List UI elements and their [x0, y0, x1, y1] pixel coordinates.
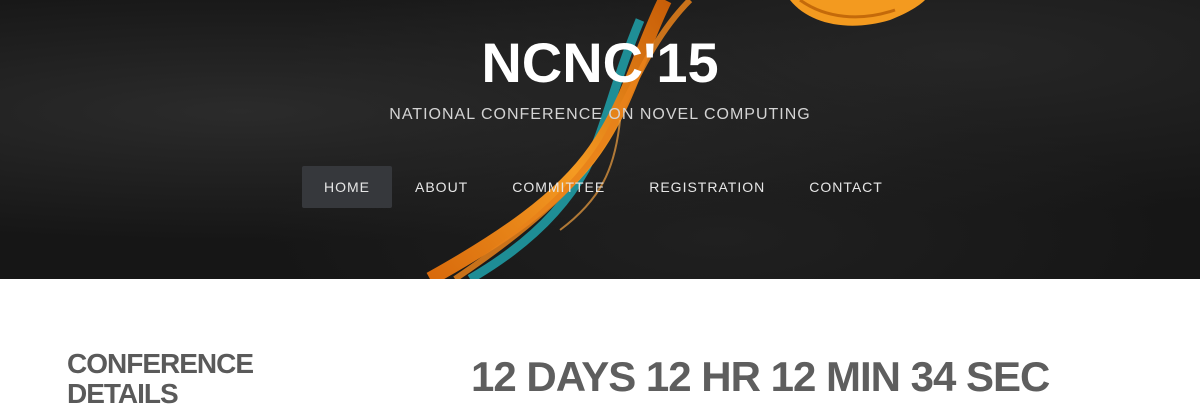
nav-item-contact[interactable]: CONTACT	[788, 166, 904, 208]
countdown-timer: 12 DAYS 12 HR 12 MIN 34 SEC	[471, 353, 1050, 400]
conference-details-heading: CONFERENCE DETAILS	[67, 348, 254, 409]
main-navigation: HOME ABOUT COMMITTEE REGISTRATION CONTAC…	[302, 166, 904, 208]
site-tagline: NATIONAL CONFERENCE ON NOVEL COMPUTING	[389, 106, 811, 123]
nav-item-about[interactable]: ABOUT	[394, 166, 489, 208]
main-content: CONFERENCE DETAILS 12 DAYS 12 HR 12 MIN …	[0, 279, 1200, 409]
hero-header: NCNC'15 NATIONAL CONFERENCE ON NOVEL COM…	[0, 0, 1200, 279]
nav-item-registration[interactable]: REGISTRATION	[628, 166, 786, 208]
nav-item-home[interactable]: HOME	[302, 166, 392, 208]
nav-item-committee[interactable]: COMMITTEE	[491, 166, 626, 208]
site-title: NCNC'15	[481, 31, 719, 94]
